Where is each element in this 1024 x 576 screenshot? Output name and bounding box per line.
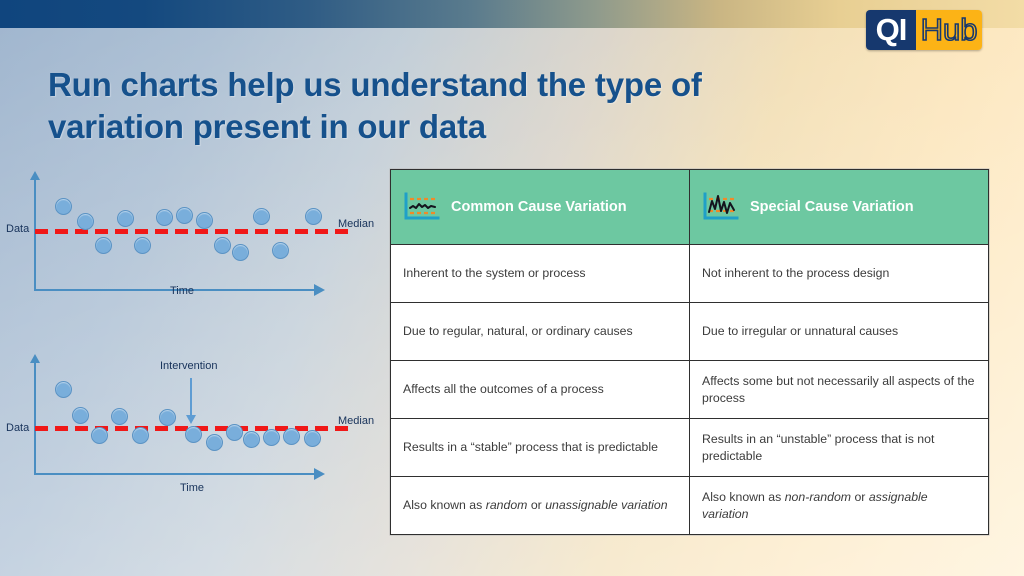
emphasis-text: unassignable variation bbox=[545, 498, 668, 513]
x-axis-arrowhead bbox=[314, 468, 325, 480]
x-axis-arrowhead bbox=[314, 284, 325, 296]
intervention-arrow-line bbox=[190, 378, 192, 416]
data-point bbox=[253, 208, 270, 225]
data-point bbox=[305, 208, 322, 225]
run-chart-icon bbox=[404, 192, 440, 220]
table-body: Inherent to the system or process Not inh… bbox=[390, 244, 989, 535]
data-point bbox=[156, 209, 173, 226]
data-point bbox=[243, 431, 260, 448]
cell-special-cause: Not inherent to the process design bbox=[689, 244, 989, 303]
data-point bbox=[185, 426, 202, 443]
cell-special-cause: Due to irregular or unnatural causes bbox=[689, 302, 989, 361]
run-chart-spiky-icon bbox=[703, 192, 739, 220]
cell-text: Inherent to the system or process bbox=[403, 266, 586, 281]
data-point bbox=[232, 244, 249, 261]
median-line bbox=[35, 229, 348, 234]
data-point bbox=[176, 207, 193, 224]
y-axis-line bbox=[34, 179, 36, 291]
cell-text: Results in a “stable” process that is pr… bbox=[403, 440, 658, 455]
cell-text: or bbox=[851, 490, 869, 505]
data-point bbox=[283, 428, 300, 445]
header-common-cause: Common Cause Variation bbox=[390, 169, 690, 245]
emphasis-text: non-random bbox=[784, 490, 852, 505]
cell-common-cause: Also known as random or unassignable var… bbox=[390, 476, 690, 535]
data-point bbox=[77, 213, 94, 230]
cell-text: Also known as bbox=[702, 490, 785, 505]
cell-text: or bbox=[527, 498, 546, 513]
data-point bbox=[111, 408, 128, 425]
data-point bbox=[196, 212, 213, 229]
table-header: Common Cause Variation Special Cause Var… bbox=[390, 169, 989, 245]
page-title: Run charts help us understand the type o… bbox=[48, 66, 702, 146]
data-point bbox=[159, 409, 176, 426]
logo-qi-text: QI bbox=[866, 10, 916, 50]
variation-comparison-table: Common Cause Variation Special Cause Var… bbox=[390, 169, 989, 535]
cell-special-cause: Affects some but not necessarily all asp… bbox=[689, 360, 989, 419]
data-point bbox=[226, 424, 243, 441]
y-axis-line bbox=[34, 362, 36, 475]
cell-text: Affects some but not necessarily all asp… bbox=[702, 374, 975, 405]
x-axis-line bbox=[34, 473, 314, 475]
data-point bbox=[55, 381, 72, 398]
cell-special-cause: Also known as non-random or assignable v… bbox=[689, 476, 989, 535]
y-axis-label: Data bbox=[6, 223, 30, 235]
cell-common-cause: Results in a “stable” process that is pr… bbox=[390, 418, 690, 477]
data-point bbox=[91, 427, 108, 444]
cell-common-cause: Affects all the outcomes of a process bbox=[390, 360, 690, 419]
median-label: Median bbox=[338, 415, 375, 427]
table-header-row: Common Cause Variation Special Cause Var… bbox=[390, 169, 989, 245]
intervention-arrow-head bbox=[186, 415, 196, 424]
cell-text: Not inherent to the process design bbox=[702, 266, 890, 281]
table-row: Results in a “stable” process that is pr… bbox=[390, 418, 989, 477]
data-point bbox=[214, 237, 231, 254]
data-point bbox=[117, 210, 134, 227]
data-point bbox=[134, 237, 151, 254]
cell-text: Results in an “unstable” process that is… bbox=[702, 432, 935, 463]
cell-text: Due to irregular or unnatural causes bbox=[702, 324, 899, 339]
data-point bbox=[304, 430, 321, 447]
cell-text: Affects all the outcomes of a process bbox=[403, 382, 604, 397]
cell-common-cause: Due to regular, natural, or ordinary cau… bbox=[390, 302, 690, 361]
emphasis-text: random bbox=[485, 498, 528, 513]
x-axis-label: Time bbox=[170, 285, 195, 297]
slide-canvas: QI Hub Run charts help us understand the… bbox=[0, 0, 1024, 576]
common-cause-run-chart: Data Time Median bbox=[0, 165, 380, 305]
data-point bbox=[55, 198, 72, 215]
intervention-label: Intervention bbox=[160, 360, 218, 372]
data-point bbox=[72, 407, 89, 424]
header-special-cause: Special Cause Variation bbox=[689, 169, 989, 245]
cell-special-cause: Results in an “unstable” process that is… bbox=[689, 418, 989, 477]
cell-text: Due to regular, natural, or ordinary cau… bbox=[403, 324, 633, 339]
cell-text: Also known as bbox=[403, 498, 486, 513]
header-special-cause-label: Special Cause Variation bbox=[750, 199, 914, 215]
data-point bbox=[263, 429, 280, 446]
cell-common-cause: Inherent to the system or process bbox=[390, 244, 690, 303]
table-row: Inherent to the system or process Not inh… bbox=[390, 244, 989, 303]
x-axis-label: Time bbox=[180, 482, 205, 494]
data-point bbox=[95, 237, 112, 254]
y-axis-label: Data bbox=[6, 422, 30, 434]
header-common-cause-label: Common Cause Variation bbox=[451, 199, 627, 215]
logo-hub-text: Hub bbox=[916, 10, 982, 50]
table-row: Due to regular, natural, or ordinary cau… bbox=[390, 302, 989, 361]
data-point bbox=[206, 434, 223, 451]
qihub-logo: QI Hub bbox=[866, 10, 982, 50]
table-row: Affects all the outcomes of a process Aff… bbox=[390, 360, 989, 419]
data-point bbox=[272, 242, 289, 259]
median-label: Median bbox=[338, 218, 375, 230]
table-row: Also known as random or unassignable var… bbox=[390, 476, 989, 535]
data-point bbox=[132, 427, 149, 444]
special-cause-run-chart: Data Time Median Intervention bbox=[0, 340, 380, 505]
